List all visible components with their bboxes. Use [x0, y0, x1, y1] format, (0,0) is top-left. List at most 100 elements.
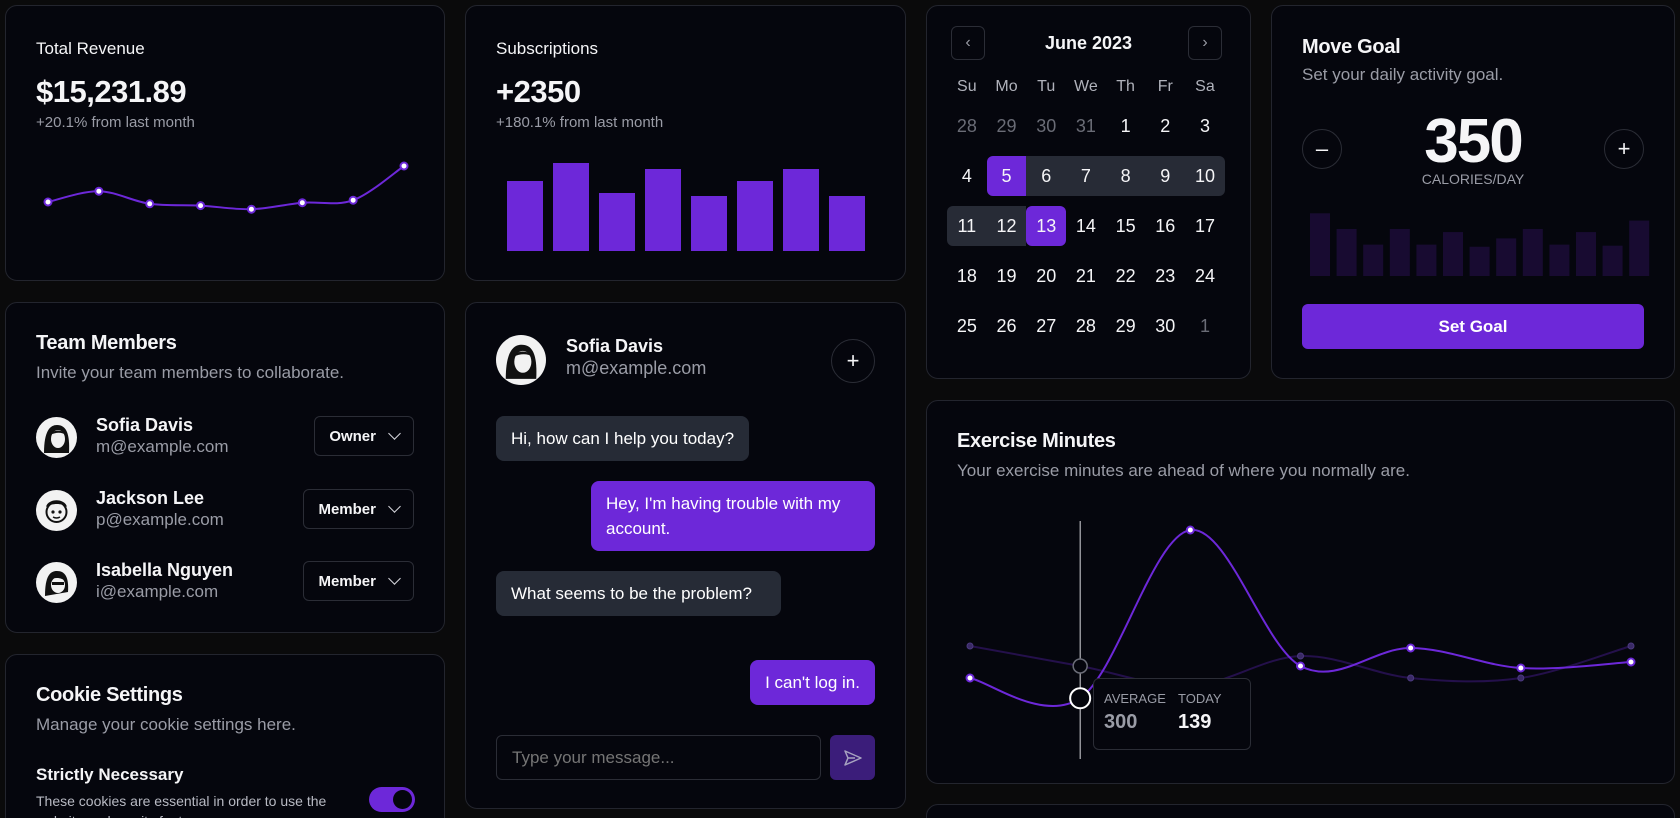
goal-bar — [1576, 232, 1596, 276]
calendar-day[interactable]: 21 — [1066, 256, 1106, 296]
calendar-day[interactable]: 24 — [1185, 256, 1225, 296]
cookie-settings-card: Cookie Settings Manage your cookie setti… — [5, 654, 445, 818]
calendar-day[interactable]: 8 — [1105, 156, 1146, 196]
revenue-point — [399, 161, 409, 171]
subscriptions-card: Subscriptions +2350 +180.1% from last mo… — [465, 5, 906, 281]
weekday-label: Th — [1116, 78, 1135, 95]
calendar-week: 25 26 27 28 29 30 1 — [947, 306, 1225, 346]
calendar-day[interactable]: 29 — [1106, 306, 1146, 346]
calendar-week: 4 5 6 7 8 9 10 — [947, 156, 1225, 196]
role-label: Owner — [329, 427, 376, 445]
goal-bar — [1629, 220, 1650, 276]
add-contact-button[interactable]: + — [831, 339, 875, 383]
subscriptions-bar — [691, 196, 727, 251]
calendar-day[interactable]: 1 — [1185, 306, 1225, 346]
exercise-subtitle: Your exercise minutes are ahead of where… — [957, 461, 1410, 480]
role-select[interactable]: Member — [303, 489, 414, 529]
tooltip-today-value: 139 — [1178, 711, 1212, 733]
goal-bar — [1549, 244, 1570, 276]
chat-message: Hi, how can I help you today? — [496, 416, 750, 461]
today-point — [1516, 663, 1526, 673]
move-goal-card: Move Goal Set your daily activity goal. … — [1271, 5, 1675, 379]
calendar-day[interactable]: 2 — [1145, 106, 1185, 146]
average-point — [1627, 642, 1635, 650]
avatar — [36, 490, 77, 531]
next-month-button[interactable]: › — [1188, 26, 1222, 60]
calendar-day[interactable]: 18 — [947, 256, 987, 296]
calendar-day[interactable]: 6 — [1026, 156, 1067, 196]
calendar-day[interactable]: 19 — [987, 256, 1027, 296]
calendar-day[interactable]: 15 — [1106, 206, 1146, 246]
calendar-day[interactable]: 14 — [1066, 206, 1106, 246]
calendar-day[interactable]: 22 — [1106, 256, 1146, 296]
exercise-line-chart — [965, 521, 1636, 759]
strictly-necessary-toggle[interactable] — [369, 787, 415, 812]
send-icon — [843, 749, 862, 766]
weekday-label: Tu — [1037, 78, 1056, 95]
team-subtitle: Invite your team members to collaborate. — [36, 363, 345, 382]
increase-goal-button[interactable]: + — [1604, 129, 1644, 169]
revenue-label: Total Revenue — [36, 39, 145, 58]
role-select[interactable]: Member — [303, 561, 414, 601]
calendar-day[interactable]: 7 — [1066, 156, 1106, 196]
calendar-day[interactable]: 28 — [1066, 306, 1106, 346]
partial-card — [926, 804, 1675, 818]
member-email: i@example.com — [96, 582, 219, 601]
message-input[interactable] — [496, 735, 821, 780]
today-point — [965, 673, 975, 683]
calendar-day[interactable]: 31 — [1066, 106, 1106, 146]
calendar-day[interactable]: 11 — [947, 206, 987, 246]
today-active-point — [1069, 687, 1092, 710]
calendar-day[interactable]: 27 — [1026, 306, 1066, 346]
team-member-row: Sofia Davis m@example.com Owner — [36, 413, 414, 463]
cookie-item-title: Strictly Necessary — [36, 765, 184, 784]
calendar-day[interactable]: 23 — [1145, 256, 1185, 296]
chat-message: Hey, I'm having trouble with my account. — [591, 481, 875, 551]
calendar-day[interactable]: 4 — [947, 156, 987, 196]
calendar-day[interactable]: 30 — [1145, 306, 1185, 346]
goal-bar-chart — [1310, 213, 1650, 276]
role-select[interactable]: Owner — [314, 416, 414, 456]
today-point — [1296, 661, 1305, 671]
tooltip-today-label: TODAY — [1178, 691, 1222, 706]
revenue-point — [196, 201, 206, 211]
today-point — [1626, 657, 1636, 667]
weekday-label: We — [1074, 78, 1098, 95]
calendar-day[interactable]: 1 — [1106, 106, 1146, 146]
calendar-day[interactable]: 13 — [1026, 206, 1067, 246]
calendar-day[interactable]: 28 — [947, 106, 987, 146]
calendar-day[interactable]: 5 — [986, 156, 1027, 196]
send-button[interactable] — [830, 735, 875, 780]
revenue-point — [94, 186, 104, 196]
subscriptions-bar-chart — [507, 163, 865, 251]
calendar-day[interactable]: 12 — [986, 206, 1027, 246]
goal-bar — [1443, 232, 1463, 276]
calendar-week: 11 12 13 14 15 16 17 — [947, 206, 1225, 246]
contact-avatar — [496, 335, 546, 385]
calendar-day[interactable]: 26 — [987, 306, 1027, 346]
team-member-row: Jackson Lee p@example.com Member — [36, 486, 414, 536]
calendar-day[interactable]: 25 — [947, 306, 987, 346]
plus-icon: + — [1617, 136, 1631, 161]
member-email: p@example.com — [96, 510, 224, 529]
subscriptions-bar — [599, 193, 635, 251]
member-name: Jackson Lee — [96, 488, 205, 508]
subscriptions-bar — [507, 181, 543, 251]
chevron-right-icon: › — [1202, 34, 1208, 51]
calendar-day[interactable]: 17 — [1185, 206, 1225, 246]
average-point — [1407, 674, 1415, 682]
today-point — [1185, 525, 1195, 535]
move-goal-title: Move Goal — [1302, 36, 1401, 58]
calendar-day[interactable]: 3 — [1185, 106, 1225, 146]
role-label: Member — [318, 572, 376, 590]
set-goal-button[interactable]: Set Goal — [1302, 304, 1644, 349]
calendar-day[interactable]: 29 — [987, 106, 1027, 146]
subscriptions-value: +2350 — [496, 74, 581, 109]
calendar-day[interactable]: 9 — [1145, 156, 1186, 196]
calendar-day[interactable]: 10 — [1185, 156, 1225, 196]
revenue-card: Total Revenue $15,231.89 +20.1% from las… — [5, 5, 445, 281]
calendar-day[interactable]: 16 — [1145, 206, 1185, 246]
calendar-day[interactable]: 30 — [1026, 106, 1066, 146]
today-line — [969, 528, 1632, 707]
calendar-day[interactable]: 20 — [1026, 256, 1066, 296]
